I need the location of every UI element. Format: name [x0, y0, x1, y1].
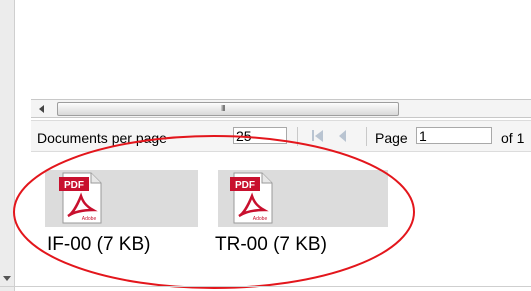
divider — [0, 286, 531, 287]
annotation-ellipse — [13, 135, 415, 289]
